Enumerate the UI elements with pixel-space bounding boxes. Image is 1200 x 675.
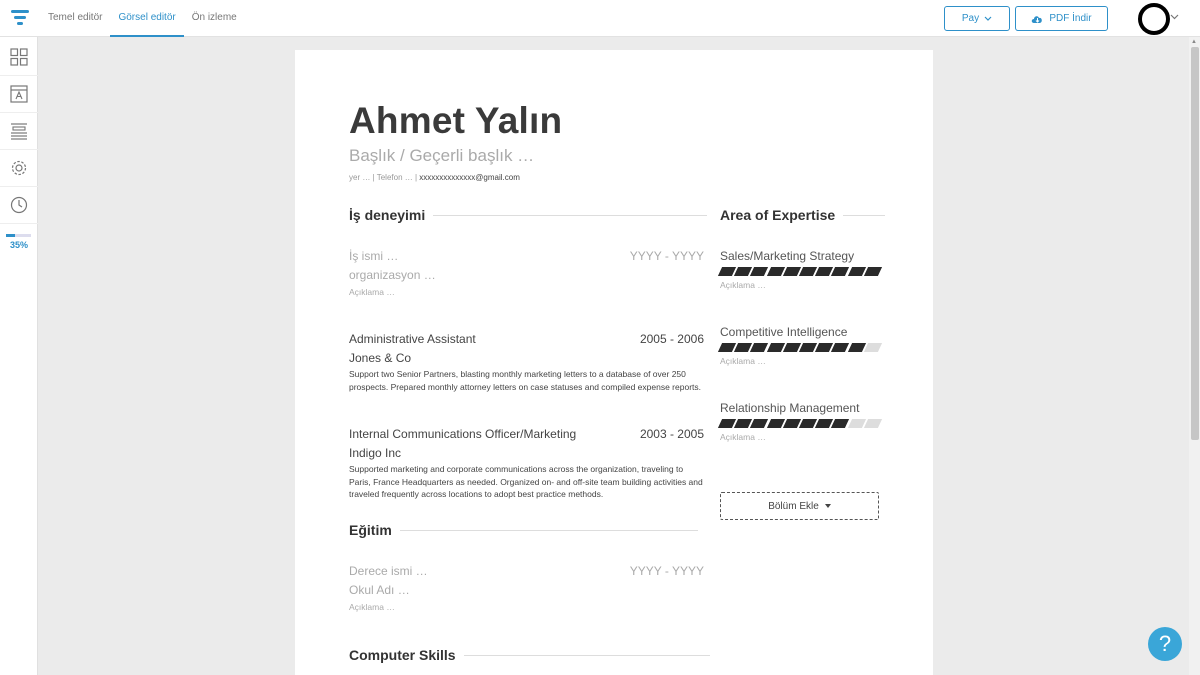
cloud-download-icon: [1032, 15, 1043, 23]
contact-location: yer …: [349, 173, 371, 182]
skill-description[interactable]: Açıklama …: [720, 280, 766, 290]
section-heading-expertise[interactable]: Area of Expertise: [720, 207, 886, 223]
divider: [433, 214, 708, 216]
skill-name[interactable]: Sales/Marketing Strategy: [720, 249, 854, 263]
skill-segment-filled: [831, 419, 850, 428]
divider: [399, 529, 698, 531]
avatar[interactable]: [1138, 3, 1170, 35]
sidebar-item-history[interactable]: [0, 187, 38, 224]
job-title[interactable]: Administrative Assistant: [349, 332, 476, 346]
school-name[interactable]: Okul Adı …: [349, 583, 410, 597]
degree-date[interactable]: YYYY - YYYY: [630, 564, 704, 578]
skill-description[interactable]: Açıklama …: [720, 432, 766, 442]
sidebar: 35%: [0, 37, 38, 675]
skill-name[interactable]: Competitive Intelligence: [720, 325, 847, 339]
degree-title[interactable]: Derece ismi …: [349, 564, 428, 578]
skill-segment-filled: [863, 267, 883, 276]
sidebar-item-layout[interactable]: [0, 113, 38, 150]
skill-description[interactable]: Açıklama …: [720, 356, 766, 366]
job-title[interactable]: İş ismi …: [349, 249, 398, 263]
editor-tabs: Temel editör Görsel editör Ön izleme: [40, 0, 245, 37]
resume-page: Ahmet Yalın Başlık / Geçerli başlık … ye…: [295, 50, 933, 675]
skill-level-bar[interactable]: [717, 419, 883, 428]
degree-description[interactable]: Açıklama …: [349, 601, 705, 614]
pdf-download-label: PDF İndir: [1049, 13, 1092, 24]
job-description[interactable]: Açıklama …: [349, 286, 705, 299]
job-organization[interactable]: Jones & Co: [349, 351, 411, 365]
job-description[interactable]: Supported marketing and corporate commun…: [349, 463, 705, 501]
contact-email: xxxxxxxxxxxxxx@gmail.com: [419, 173, 520, 182]
section-heading-education[interactable]: Eğitim: [349, 522, 698, 538]
section-title: İş deneyimi: [349, 207, 426, 223]
scrollbar-thumb[interactable]: [1191, 47, 1199, 440]
skill-segment-filled: [750, 343, 769, 352]
section-title: Eğitim: [349, 522, 392, 538]
skill-segment-filled: [750, 267, 769, 276]
add-section-label: Bölüm Ekle: [768, 500, 819, 512]
top-bar: Temel editör Görsel editör Ön izleme Pay…: [0, 0, 1200, 37]
skill-name[interactable]: Relationship Management: [720, 401, 859, 415]
job-organization[interactable]: organizasyon …: [349, 268, 436, 282]
sidebar-item-settings[interactable]: [0, 150, 38, 187]
grid-icon: [10, 48, 28, 66]
completion-progress-bar: [6, 234, 31, 237]
skill-segment-filled: [831, 267, 850, 276]
section-heading-experience[interactable]: İş deneyimi: [349, 207, 708, 223]
resume-name[interactable]: Ahmet Yalın: [349, 100, 562, 142]
section-title: Computer Skills: [349, 647, 456, 663]
progress-fill: [6, 234, 15, 237]
job-date[interactable]: YYYY - YYYY: [630, 249, 704, 263]
scroll-up-arrow-icon[interactable]: ▲: [1191, 39, 1197, 45]
divider: [843, 214, 886, 216]
template-icon: [10, 85, 28, 103]
gear-icon: [11, 160, 27, 176]
pdf-download-button[interactable]: PDF İndir: [1015, 6, 1108, 31]
skill-level-bar[interactable]: [717, 267, 883, 276]
sidebar-item-sections[interactable]: [0, 39, 38, 76]
skill-segment-filled: [831, 343, 850, 352]
completion-percent: 35%: [9, 240, 28, 250]
sidebar-item-templates[interactable]: [0, 76, 38, 113]
contact-phone: Telefon …: [376, 173, 413, 182]
resume-contact[interactable]: yer … | Telefon … | xxxxxxxxxxxxxx@gmail…: [349, 173, 520, 182]
caret-down-icon: [824, 504, 831, 508]
history-icon: [10, 196, 28, 214]
skill-segment-empty: [863, 343, 883, 352]
job-description[interactable]: Support two Senior Partners, blasting mo…: [349, 368, 705, 393]
tab-preview[interactable]: Ön izleme: [184, 0, 245, 37]
job-date[interactable]: 2003 - 2005: [640, 427, 704, 441]
job-date[interactable]: 2005 - 2006: [640, 332, 704, 346]
divider: [463, 654, 710, 656]
job-title[interactable]: Internal Communications Officer/Marketin…: [349, 427, 576, 441]
section-heading-computer-skills[interactable]: Computer Skills: [349, 647, 710, 663]
logo-icon[interactable]: [11, 10, 29, 26]
chevron-down-icon: [984, 16, 992, 21]
section-title: Area of Expertise: [720, 207, 836, 223]
skill-segment-filled: [750, 419, 769, 428]
resume-subtitle[interactable]: Başlık / Geçerli başlık …: [349, 146, 534, 166]
chevron-down-icon[interactable]: [1170, 14, 1179, 20]
share-button[interactable]: Pay: [944, 6, 1010, 31]
layout-icon: [11, 123, 27, 140]
skill-level-bar[interactable]: [717, 343, 883, 352]
share-label: Pay: [961, 13, 980, 24]
tab-visual-editor[interactable]: Görsel editör: [110, 0, 184, 37]
job-organization[interactable]: Indigo Inc: [349, 446, 401, 460]
tab-basic-editor[interactable]: Temel editör: [40, 0, 110, 37]
add-section-button[interactable]: Bölüm Ekle: [720, 492, 879, 520]
skill-segment-empty: [863, 419, 883, 428]
help-button[interactable]: ?: [1148, 627, 1182, 661]
